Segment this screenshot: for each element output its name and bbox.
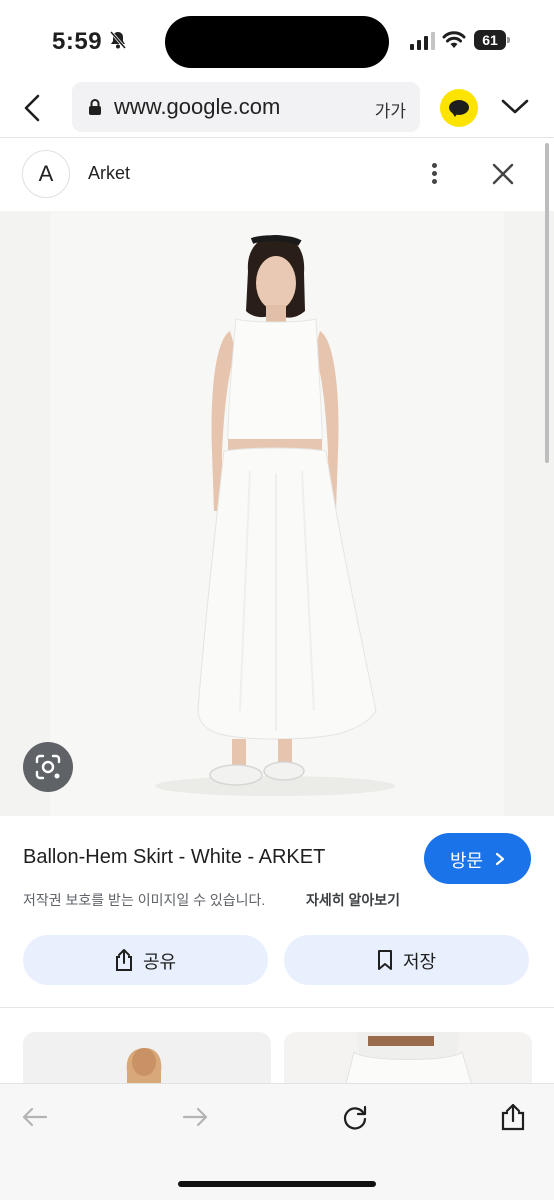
product-details: Ballon-Hem Skirt - White - ARKET 방문 저작권 …: [0, 816, 554, 1008]
visit-button[interactable]: 방문: [424, 833, 531, 884]
url-text: www.google.com: [114, 94, 281, 119]
model-photo: [155, 235, 395, 796]
more-options-icon[interactable]: [426, 161, 444, 187]
share-label: 공유: [143, 952, 177, 972]
learn-more-link[interactable]: 자세히 알아보기: [306, 890, 400, 910]
google-lens-button[interactable]: [23, 742, 73, 792]
save-label: 저장: [403, 952, 437, 972]
wifi-icon: [442, 30, 466, 55]
battery-level: 61: [474, 30, 506, 50]
url-field[interactable]: www.google.com 가가: [72, 82, 420, 132]
image-source-header: A Arket: [0, 139, 554, 211]
chevron-right-icon: [495, 852, 505, 866]
source-logo[interactable]: A: [22, 150, 70, 198]
save-button[interactable]: 저장: [284, 935, 529, 985]
text-size-button[interactable]: 가가: [375, 97, 406, 122]
share-button[interactable]: 공유: [23, 935, 268, 985]
copyright-notice: 저작권 보호를 받는 이미지일 수 있습니다.: [23, 892, 266, 908]
cellular-signal-icon: [410, 32, 436, 55]
chevron-down-icon[interactable]: [500, 96, 530, 121]
kakaotalk-share-icon[interactable]: [440, 89, 478, 127]
related-image-thumbnail[interactable]: [284, 1032, 532, 1084]
visit-label: 방문: [450, 851, 484, 871]
back-arrow-icon[interactable]: [20, 1102, 50, 1137]
lens-icon: [35, 754, 61, 780]
product-title[interactable]: Ballon-Hem Skirt - White - ARKET: [23, 846, 325, 869]
lock-icon: [88, 98, 102, 121]
battery-icon: 61: [474, 30, 510, 50]
bell-muted-icon: [108, 30, 128, 55]
dynamic-island: [165, 16, 389, 68]
product-image[interactable]: [0, 211, 554, 816]
home-indicator[interactable]: [178, 1181, 376, 1187]
status-bar: 5:59 61: [0, 0, 554, 80]
screen: 5:59 61 www.google.com 가가 A Arket Ballon…: [0, 0, 554, 1200]
share-icon[interactable]: [498, 1102, 528, 1137]
forward-arrow-icon[interactable]: [180, 1102, 210, 1137]
refresh-icon[interactable]: [340, 1102, 370, 1137]
bookmark-icon: [378, 950, 392, 970]
status-time: 5:59: [52, 28, 103, 55]
related-images: [0, 1032, 554, 1084]
page-scrollbar[interactable]: [545, 143, 549, 463]
related-image-thumbnail[interactable]: [23, 1032, 271, 1084]
browser-address-bar: www.google.com 가가: [0, 80, 554, 138]
back-chevron-icon[interactable]: [20, 92, 48, 124]
close-icon[interactable]: [490, 161, 516, 192]
source-name[interactable]: Arket: [88, 163, 130, 184]
share-icon: [116, 949, 132, 971]
